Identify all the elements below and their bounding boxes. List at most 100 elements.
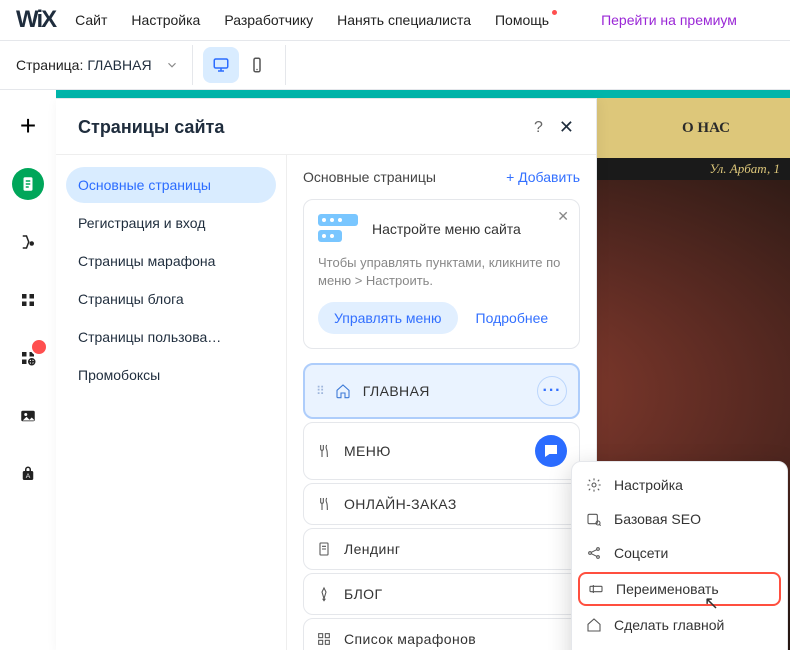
- drag-handle-icon[interactable]: ⠿: [316, 384, 323, 398]
- left-rail: + A: [0, 90, 56, 650]
- ctx-set-home[interactable]: Сделать главной: [572, 608, 787, 642]
- category-auth[interactable]: Регистрация и вход: [66, 205, 276, 241]
- rail-add[interactable]: +: [12, 110, 44, 142]
- menu-dev[interactable]: Разработчику: [224, 12, 313, 28]
- fork-icon: [316, 443, 332, 459]
- learn-more-link[interactable]: Подробнее: [476, 310, 549, 326]
- page-label: Список марафонов: [344, 631, 567, 647]
- add-page-button[interactable]: + Добавить: [506, 169, 580, 185]
- pen-icon: [316, 586, 332, 602]
- share-icon: [586, 545, 602, 561]
- fork-icon: [316, 496, 332, 512]
- top-menu: Сайт Настройка Разработчику Нанять специ…: [75, 12, 737, 28]
- pages-column: Основные страницы + Добавить ✕ Настройте…: [286, 155, 596, 650]
- ctx-seo[interactable]: Базовая SEO: [572, 502, 787, 536]
- ctx-social[interactable]: Соцсети: [572, 536, 787, 570]
- page-more-button[interactable]: ···: [537, 376, 567, 406]
- divider: [285, 45, 286, 85]
- page-row-order[interactable]: ОНЛАЙН-ЗАКАЗ: [303, 483, 580, 525]
- page-dropdown-chevron[interactable]: [162, 55, 182, 75]
- desktop-icon: [212, 56, 230, 74]
- ctx-label: Базовая SEO: [614, 511, 701, 527]
- page-label: Страница:: [16, 57, 83, 73]
- desktop-view-button[interactable]: [203, 47, 239, 83]
- rail-media[interactable]: [12, 400, 44, 432]
- category-promo[interactable]: Промобоксы: [66, 357, 276, 393]
- theme-icon: [19, 233, 37, 251]
- panel-close-button[interactable]: ✕: [559, 117, 574, 138]
- notification-badge: [30, 338, 48, 356]
- cursor-icon: ↖: [704, 593, 719, 614]
- mobile-view-button[interactable]: [239, 47, 275, 83]
- ctx-settings[interactable]: Настройка: [572, 468, 787, 502]
- seo-icon: [586, 511, 602, 527]
- category-user[interactable]: Страницы пользова…: [66, 319, 276, 355]
- page-label: Лендинг: [344, 541, 567, 557]
- category-blog[interactable]: Страницы блога: [66, 281, 276, 317]
- page-context-menu: Настройка Базовая SEO Соцсети Переименов…: [571, 461, 788, 650]
- ctx-label: Соцсети: [614, 545, 668, 561]
- menu-help[interactable]: Помощь: [495, 12, 549, 28]
- doc-icon: [316, 541, 332, 557]
- page-row-marathons[interactable]: Список марафонов: [303, 618, 580, 650]
- wix-logo: WiX: [16, 6, 55, 34]
- menu-settings[interactable]: Настройка: [131, 12, 200, 28]
- category-list: Основные страницы Регистрация и вход Стр…: [56, 155, 286, 650]
- page-chat-button[interactable]: [535, 435, 567, 467]
- media-icon: [19, 407, 37, 425]
- grid-icon: [316, 631, 332, 647]
- home-icon: [335, 383, 351, 399]
- page-row-blog[interactable]: БЛОГ: [303, 573, 580, 615]
- rail-apps[interactable]: [12, 284, 44, 316]
- page-row-home[interactable]: ⠿ ГЛАВНАЯ ···: [303, 363, 580, 419]
- page-label: ОНЛАЙН-ЗАКАЗ: [344, 496, 567, 512]
- category-marathon[interactable]: Страницы марафона: [66, 243, 276, 279]
- menu-hire[interactable]: Нанять специалиста: [337, 12, 471, 28]
- chevron-down-icon: [165, 58, 179, 72]
- second-bar: Страница: ГЛАВНАЯ: [0, 41, 790, 90]
- page-row-menu[interactable]: МЕНЮ: [303, 422, 580, 480]
- home-icon: [586, 617, 602, 633]
- mobile-icon: [248, 56, 266, 74]
- page-list: ⠿ ГЛАВНАЯ ··· МЕНЮ ОНЛАЙН-: [303, 363, 580, 650]
- menu-graphic-icon: [318, 214, 358, 244]
- menu-setup-card: ✕ Настройте меню сайта Чтобы управлять п…: [303, 199, 580, 349]
- pages-section-title: Основные страницы: [303, 169, 436, 185]
- category-main[interactable]: Основные страницы: [66, 167, 276, 203]
- ctx-label: Сделать главной: [614, 617, 724, 633]
- apps-icon: [19, 291, 37, 309]
- panel-header: Страницы сайта ? ✕: [56, 99, 596, 154]
- manage-menu-button[interactable]: Управлять меню: [318, 302, 458, 334]
- site-nav-about[interactable]: О НАС: [682, 120, 730, 137]
- panel-title: Страницы сайта: [78, 117, 224, 138]
- top-bar: WiX Сайт Настройка Разработчику Нанять с…: [0, 0, 790, 41]
- ctx-rename[interactable]: Переименовать ↖: [578, 572, 781, 606]
- ctx-label: Настройка: [614, 477, 683, 493]
- ctx-hide[interactable]: Скрыть из главного меню: [572, 642, 787, 650]
- menu-site[interactable]: Сайт: [75, 12, 107, 28]
- chat-icon: [542, 442, 560, 460]
- rail-pages[interactable]: [12, 168, 44, 200]
- rail-business[interactable]: A: [12, 458, 44, 490]
- accent-strip: [56, 90, 790, 98]
- page-label: ГЛАВНАЯ: [363, 383, 525, 399]
- card-close-button[interactable]: ✕: [557, 208, 569, 225]
- rename-icon: [588, 581, 604, 597]
- rail-theme[interactable]: [12, 226, 44, 258]
- pages-panel: Страницы сайта ? ✕ Основные страницы Рег…: [56, 98, 597, 650]
- divider: [192, 45, 193, 85]
- workspace: + A О НАС Ул. Арбат, 1: [0, 90, 790, 650]
- gear-icon: [586, 477, 602, 493]
- panel-help-button[interactable]: ?: [534, 119, 543, 137]
- svg-text:A: A: [26, 473, 31, 480]
- card-title: Настройте меню сайта: [372, 221, 521, 237]
- card-desc: Чтобы управлять пунктами, кликните по ме…: [318, 254, 565, 290]
- site-address-text: Ул. Арбат, 1: [710, 161, 780, 177]
- page-label: МЕНЮ: [344, 443, 523, 459]
- bag-icon: A: [19, 465, 37, 483]
- rail-addons[interactable]: [12, 342, 44, 374]
- page-row-landing[interactable]: Лендинг: [303, 528, 580, 570]
- upgrade-link[interactable]: Перейти на премиум: [601, 12, 737, 28]
- current-page-name: ГЛАВНАЯ: [87, 57, 151, 73]
- page-label: БЛОГ: [344, 586, 567, 602]
